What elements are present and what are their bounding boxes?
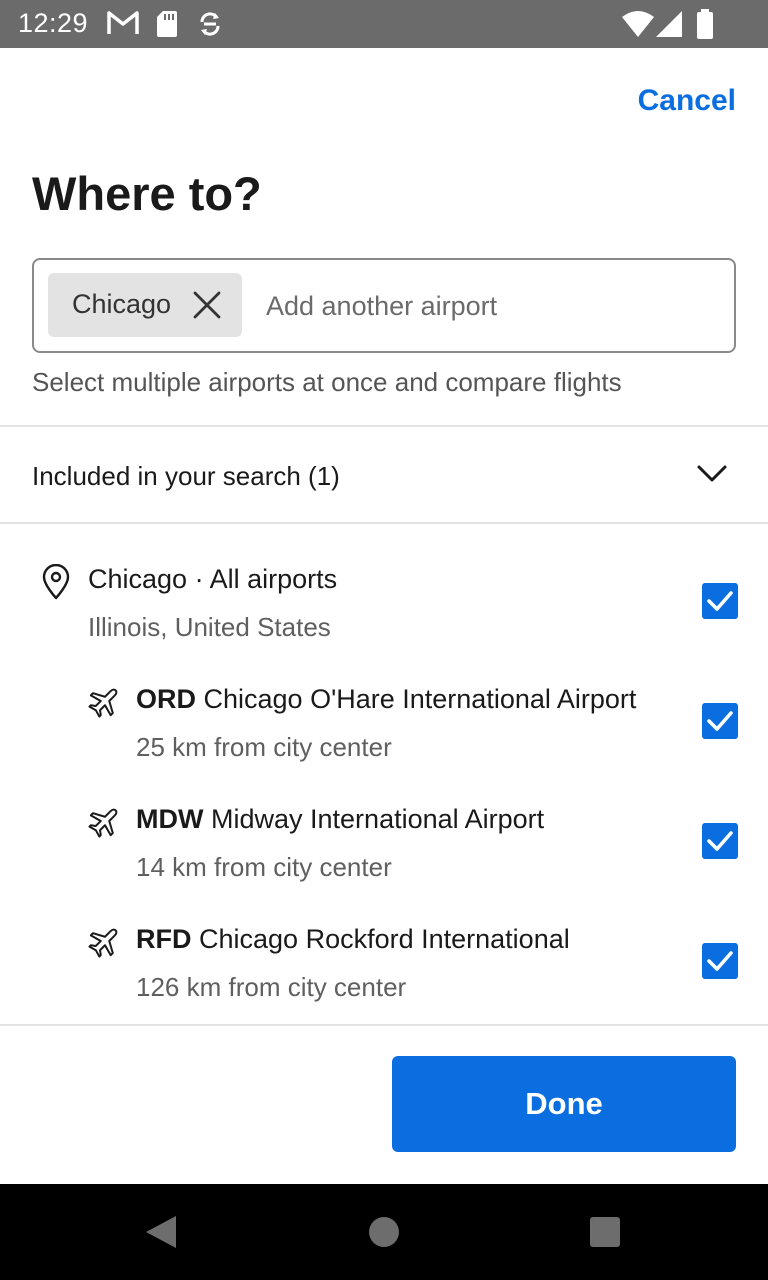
airport-mdw-checkbox[interactable]: [702, 823, 738, 859]
airport-distance: 25 km from city center: [136, 732, 392, 762]
airport-name: Chicago Rockford International: [199, 924, 570, 954]
gmail-icon: [106, 10, 140, 41]
status-bar: 12:29: [0, 0, 768, 48]
status-time: 12:29: [18, 8, 89, 38]
sync-icon: [196, 10, 224, 43]
city-subtitle: Illinois, United States: [88, 612, 331, 642]
done-button[interactable]: Done: [392, 1056, 736, 1152]
airplane-icon: [88, 684, 122, 723]
remove-chip-close-icon[interactable]: [192, 290, 222, 320]
airplane-icon: [88, 804, 122, 843]
included-in-search-toggle[interactable]: Included in your search (1): [0, 428, 768, 522]
battery-icon: [696, 9, 714, 44]
airport-title: ORD Chicago O'Hare International Airport: [136, 684, 636, 715]
home-icon[interactable]: [369, 1217, 399, 1247]
back-icon[interactable]: [146, 1216, 176, 1253]
chevron-down-icon: [696, 464, 728, 489]
city-title: Chicago · All airports: [88, 564, 338, 594]
helper-text: Select multiple airports at once and com…: [32, 367, 622, 397]
navigation-bar: [0, 1184, 768, 1280]
airport-code: RFD: [136, 924, 192, 954]
divider: [0, 522, 768, 524]
included-label: Included in your search (1): [32, 461, 340, 491]
cancel-button[interactable]: Cancel: [638, 84, 736, 118]
airport-name: Chicago O'Hare International Airport: [203, 684, 637, 714]
divider: [0, 425, 768, 427]
add-airport-input[interactable]: [266, 288, 706, 324]
airport-distance: 126 km from city center: [136, 972, 407, 1002]
airport-rfd-checkbox[interactable]: [702, 943, 738, 979]
airport-distance: 14 km from city center: [136, 852, 392, 882]
recents-icon[interactable]: [590, 1217, 620, 1247]
airport-search-field[interactable]: Chicago: [32, 258, 736, 353]
airport-code: MDW: [136, 804, 204, 834]
airport-ord-checkbox[interactable]: [702, 703, 738, 739]
chip-label: Chicago: [72, 289, 172, 319]
selected-airport-chip[interactable]: Chicago: [48, 273, 242, 337]
signal-icon: [656, 11, 684, 42]
airport-code: ORD: [136, 684, 196, 714]
sd-card-icon: [156, 10, 178, 43]
airplane-icon: [88, 924, 122, 963]
city-checkbox[interactable]: [702, 583, 738, 619]
location-pin-icon: [40, 563, 72, 605]
airport-title: RFD Chicago Rockford International: [136, 924, 570, 955]
page-title: Where to?: [32, 167, 262, 220]
airport-name: Midway International Airport: [211, 804, 545, 834]
airport-title: MDW Midway International Airport: [136, 804, 544, 835]
wifi-icon: [622, 11, 654, 42]
divider: [0, 1024, 768, 1026]
